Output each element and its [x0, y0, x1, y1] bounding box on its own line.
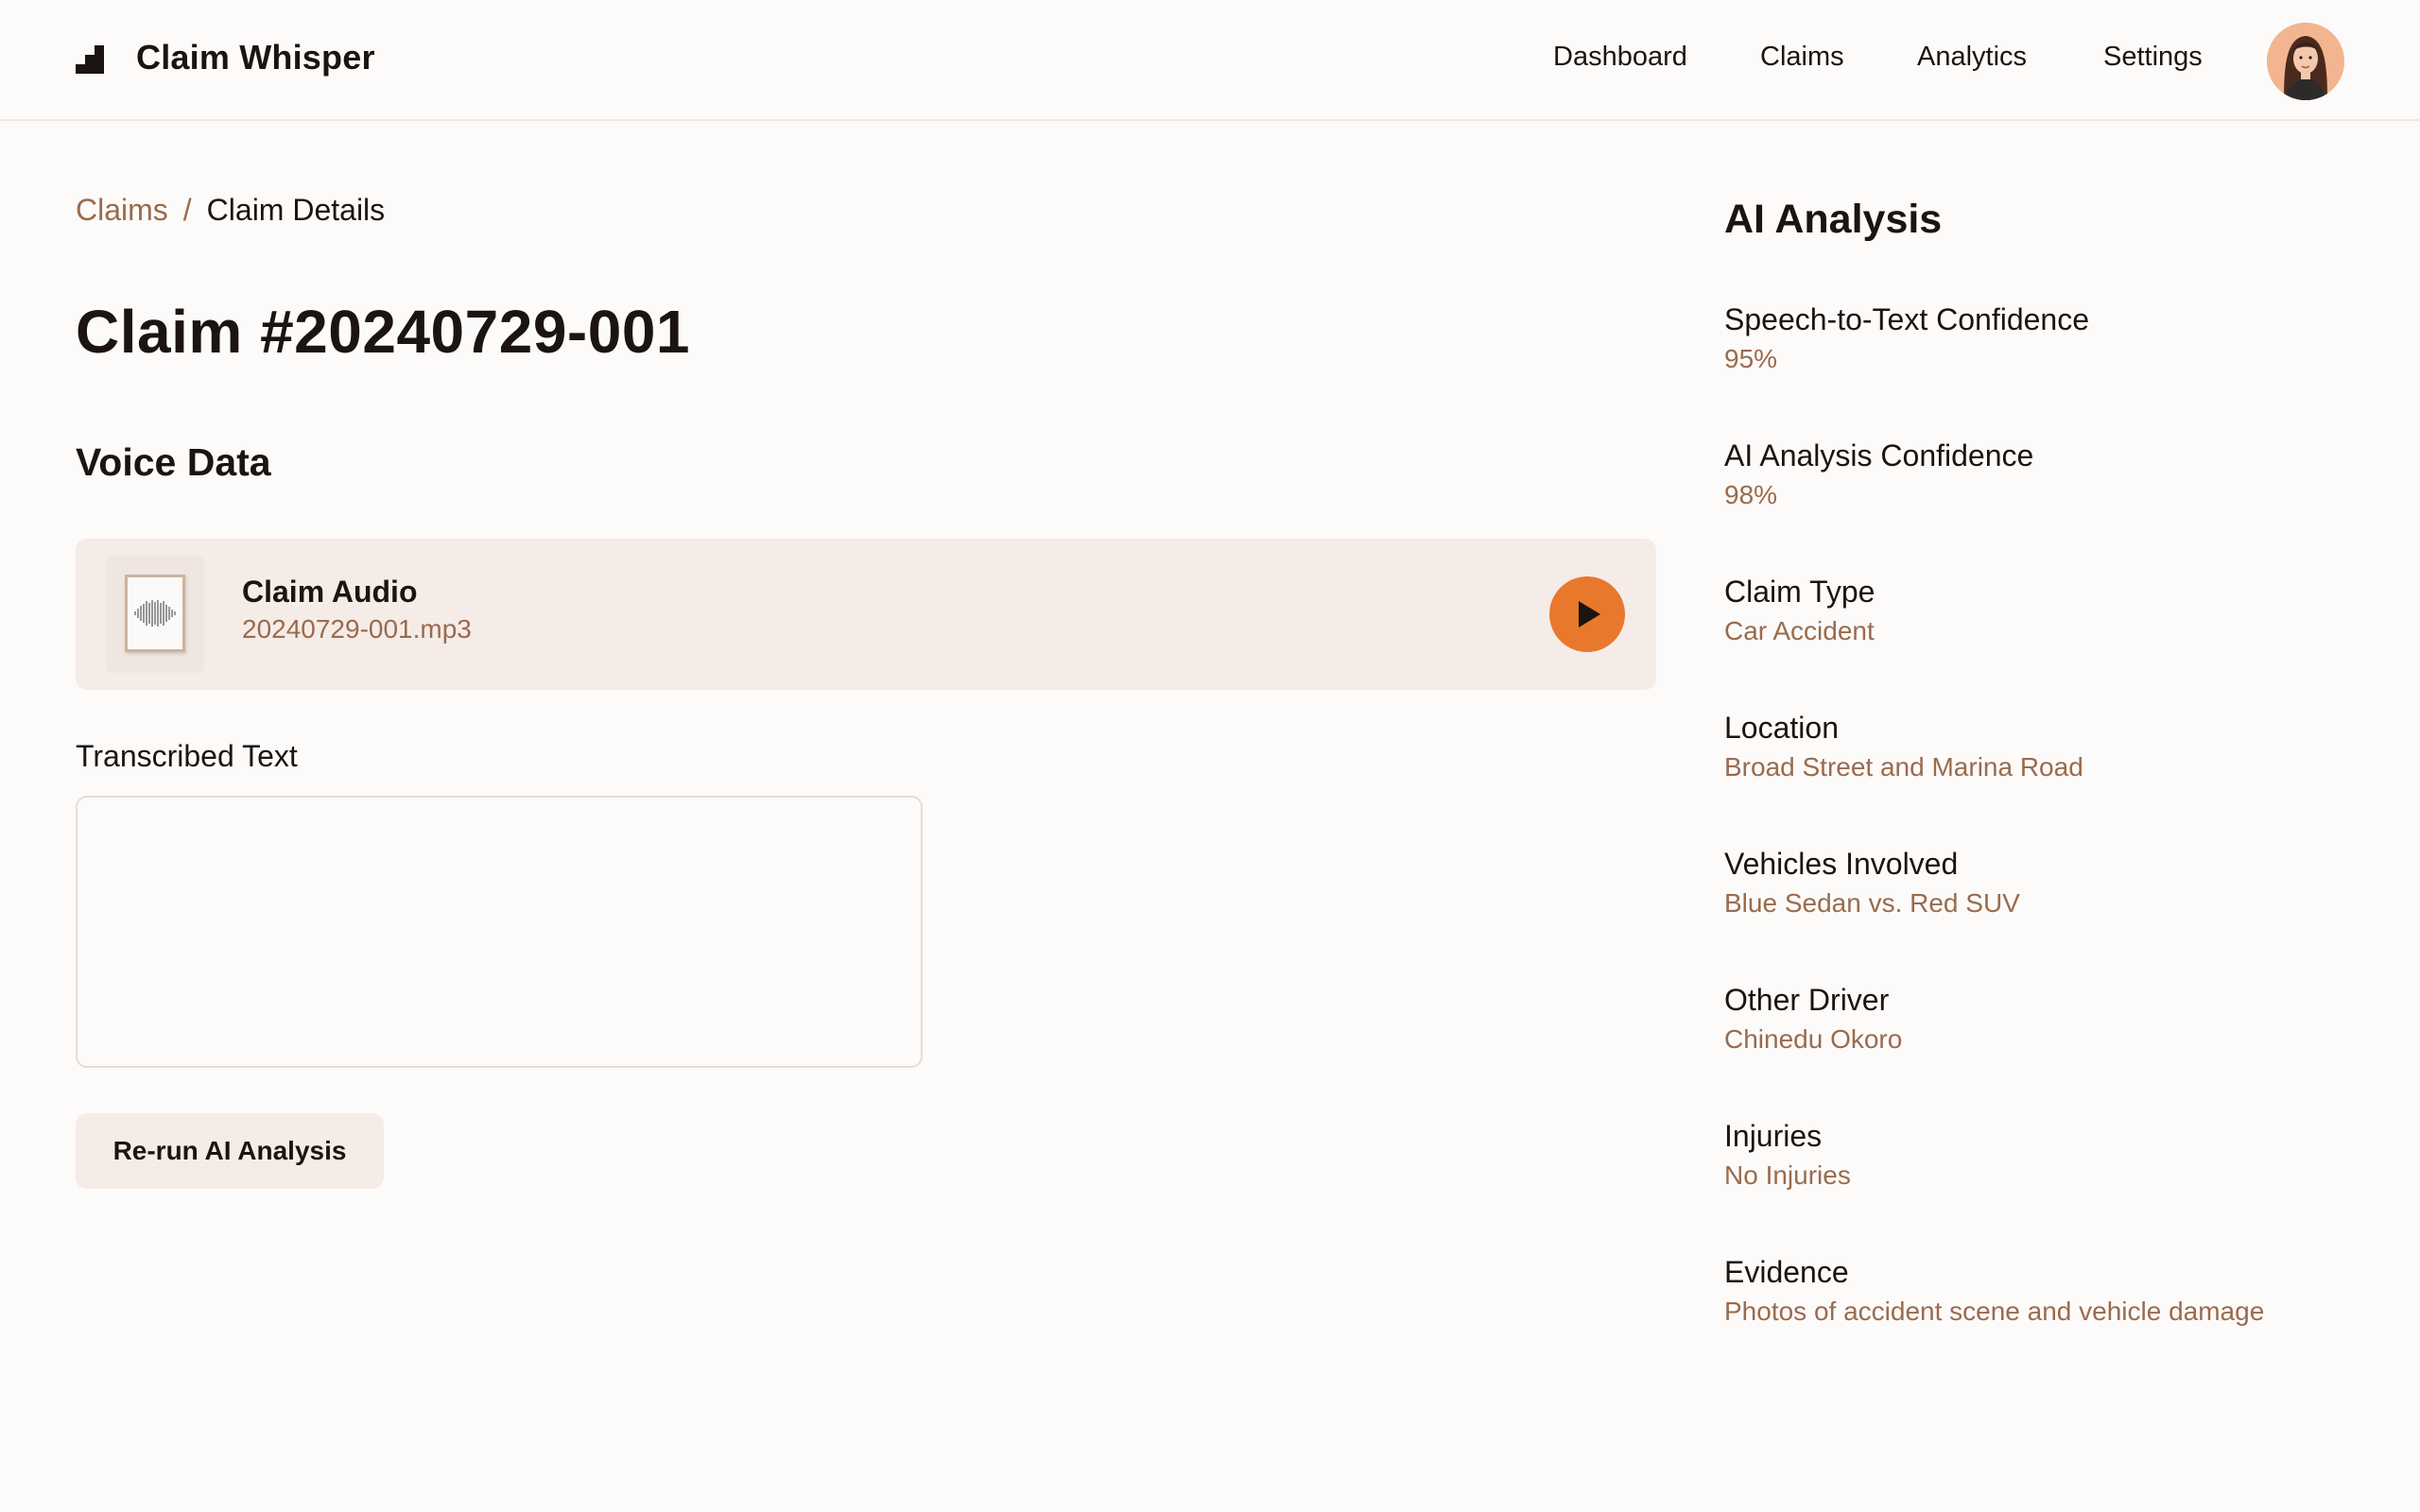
play-icon	[1579, 601, 1600, 627]
analysis-item-evidence: Evidence Photos of accident scene and ve…	[1724, 1253, 2264, 1329]
analysis-item-location: Location Broad Street and Marina Road	[1724, 709, 2083, 784]
play-button[interactable]	[1549, 576, 1625, 652]
nav-analytics[interactable]: Analytics	[1917, 42, 2027, 73]
rerun-ai-analysis-button[interactable]: Re-run AI Analysis	[76, 1113, 384, 1189]
analysis-label: AI Analysis Confidence	[1724, 438, 2034, 472]
analysis-item-claim-type: Claim Type Car Accident	[1724, 573, 1875, 648]
analysis-value: No Injuries	[1724, 1160, 1851, 1190]
breadcrumb-separator: /	[182, 193, 192, 227]
ai-analysis-heading: AI Analysis	[1724, 197, 1943, 242]
analysis-item-speech-confidence: Speech-to-Text Confidence 95%	[1724, 301, 2089, 376]
page-title: Claim #20240729-001	[76, 298, 690, 366]
analysis-value: Blue Sedan vs. Red SUV	[1724, 888, 2020, 918]
analysis-label: Injuries	[1724, 1119, 1823, 1153]
analysis-label: Location	[1724, 711, 1839, 745]
transcribed-text-label: Transcribed Text	[76, 739, 298, 773]
analysis-value: Broad Street and Marina Road	[1724, 752, 2083, 782]
analysis-label: Other Driver	[1724, 983, 1890, 1017]
audio-card: Claim Audio 20240729-001.mp3	[76, 539, 1656, 690]
breadcrumb-claims-link[interactable]: Claims	[76, 193, 168, 227]
breadcrumb: Claims / Claim Details	[76, 193, 385, 228]
analysis-label: Speech-to-Text Confidence	[1724, 302, 2089, 336]
logo-icon	[76, 45, 104, 74]
analysis-item-other-driver: Other Driver Chinedu Okoro	[1724, 981, 1902, 1057]
nav-claims[interactable]: Claims	[1760, 42, 1844, 73]
analysis-value: 95%	[1724, 344, 1778, 373]
analysis-label: Claim Type	[1724, 575, 1876, 609]
analysis-label: Evidence	[1724, 1255, 1849, 1289]
analysis-item-injuries: Injuries No Injuries	[1724, 1117, 1851, 1193]
analysis-item-ai-confidence: AI Analysis Confidence 98%	[1724, 437, 2033, 512]
analysis-value: Car Accident	[1724, 616, 1875, 645]
voice-data-heading: Voice Data	[76, 440, 271, 484]
analysis-label: Vehicles Involved	[1724, 847, 1959, 881]
transcribed-text-input[interactable]	[76, 796, 923, 1068]
top-header: Claim Whisper Dashboard Claims Analytics…	[0, 0, 2420, 121]
analysis-value: Photos of accident scene and vehicle dam…	[1724, 1297, 2265, 1326]
nav-dashboard[interactable]: Dashboard	[1553, 42, 1687, 73]
breadcrumb-current: Claim Details	[206, 193, 386, 227]
analysis-value: 98%	[1724, 480, 1778, 509]
nav-settings[interactable]: Settings	[2103, 42, 2203, 73]
audio-filename: 20240729-001.mp3	[242, 614, 472, 644]
audio-title: Claim Audio	[242, 575, 418, 609]
analysis-item-vehicles: Vehicles Involved Blue Sedan vs. Red SUV	[1724, 845, 2020, 920]
user-avatar[interactable]	[2267, 23, 2344, 100]
brand-name[interactable]: Claim Whisper	[136, 38, 375, 77]
analysis-value: Chinedu Okoro	[1724, 1024, 1903, 1054]
audio-waveform-thumbnail	[106, 556, 204, 673]
